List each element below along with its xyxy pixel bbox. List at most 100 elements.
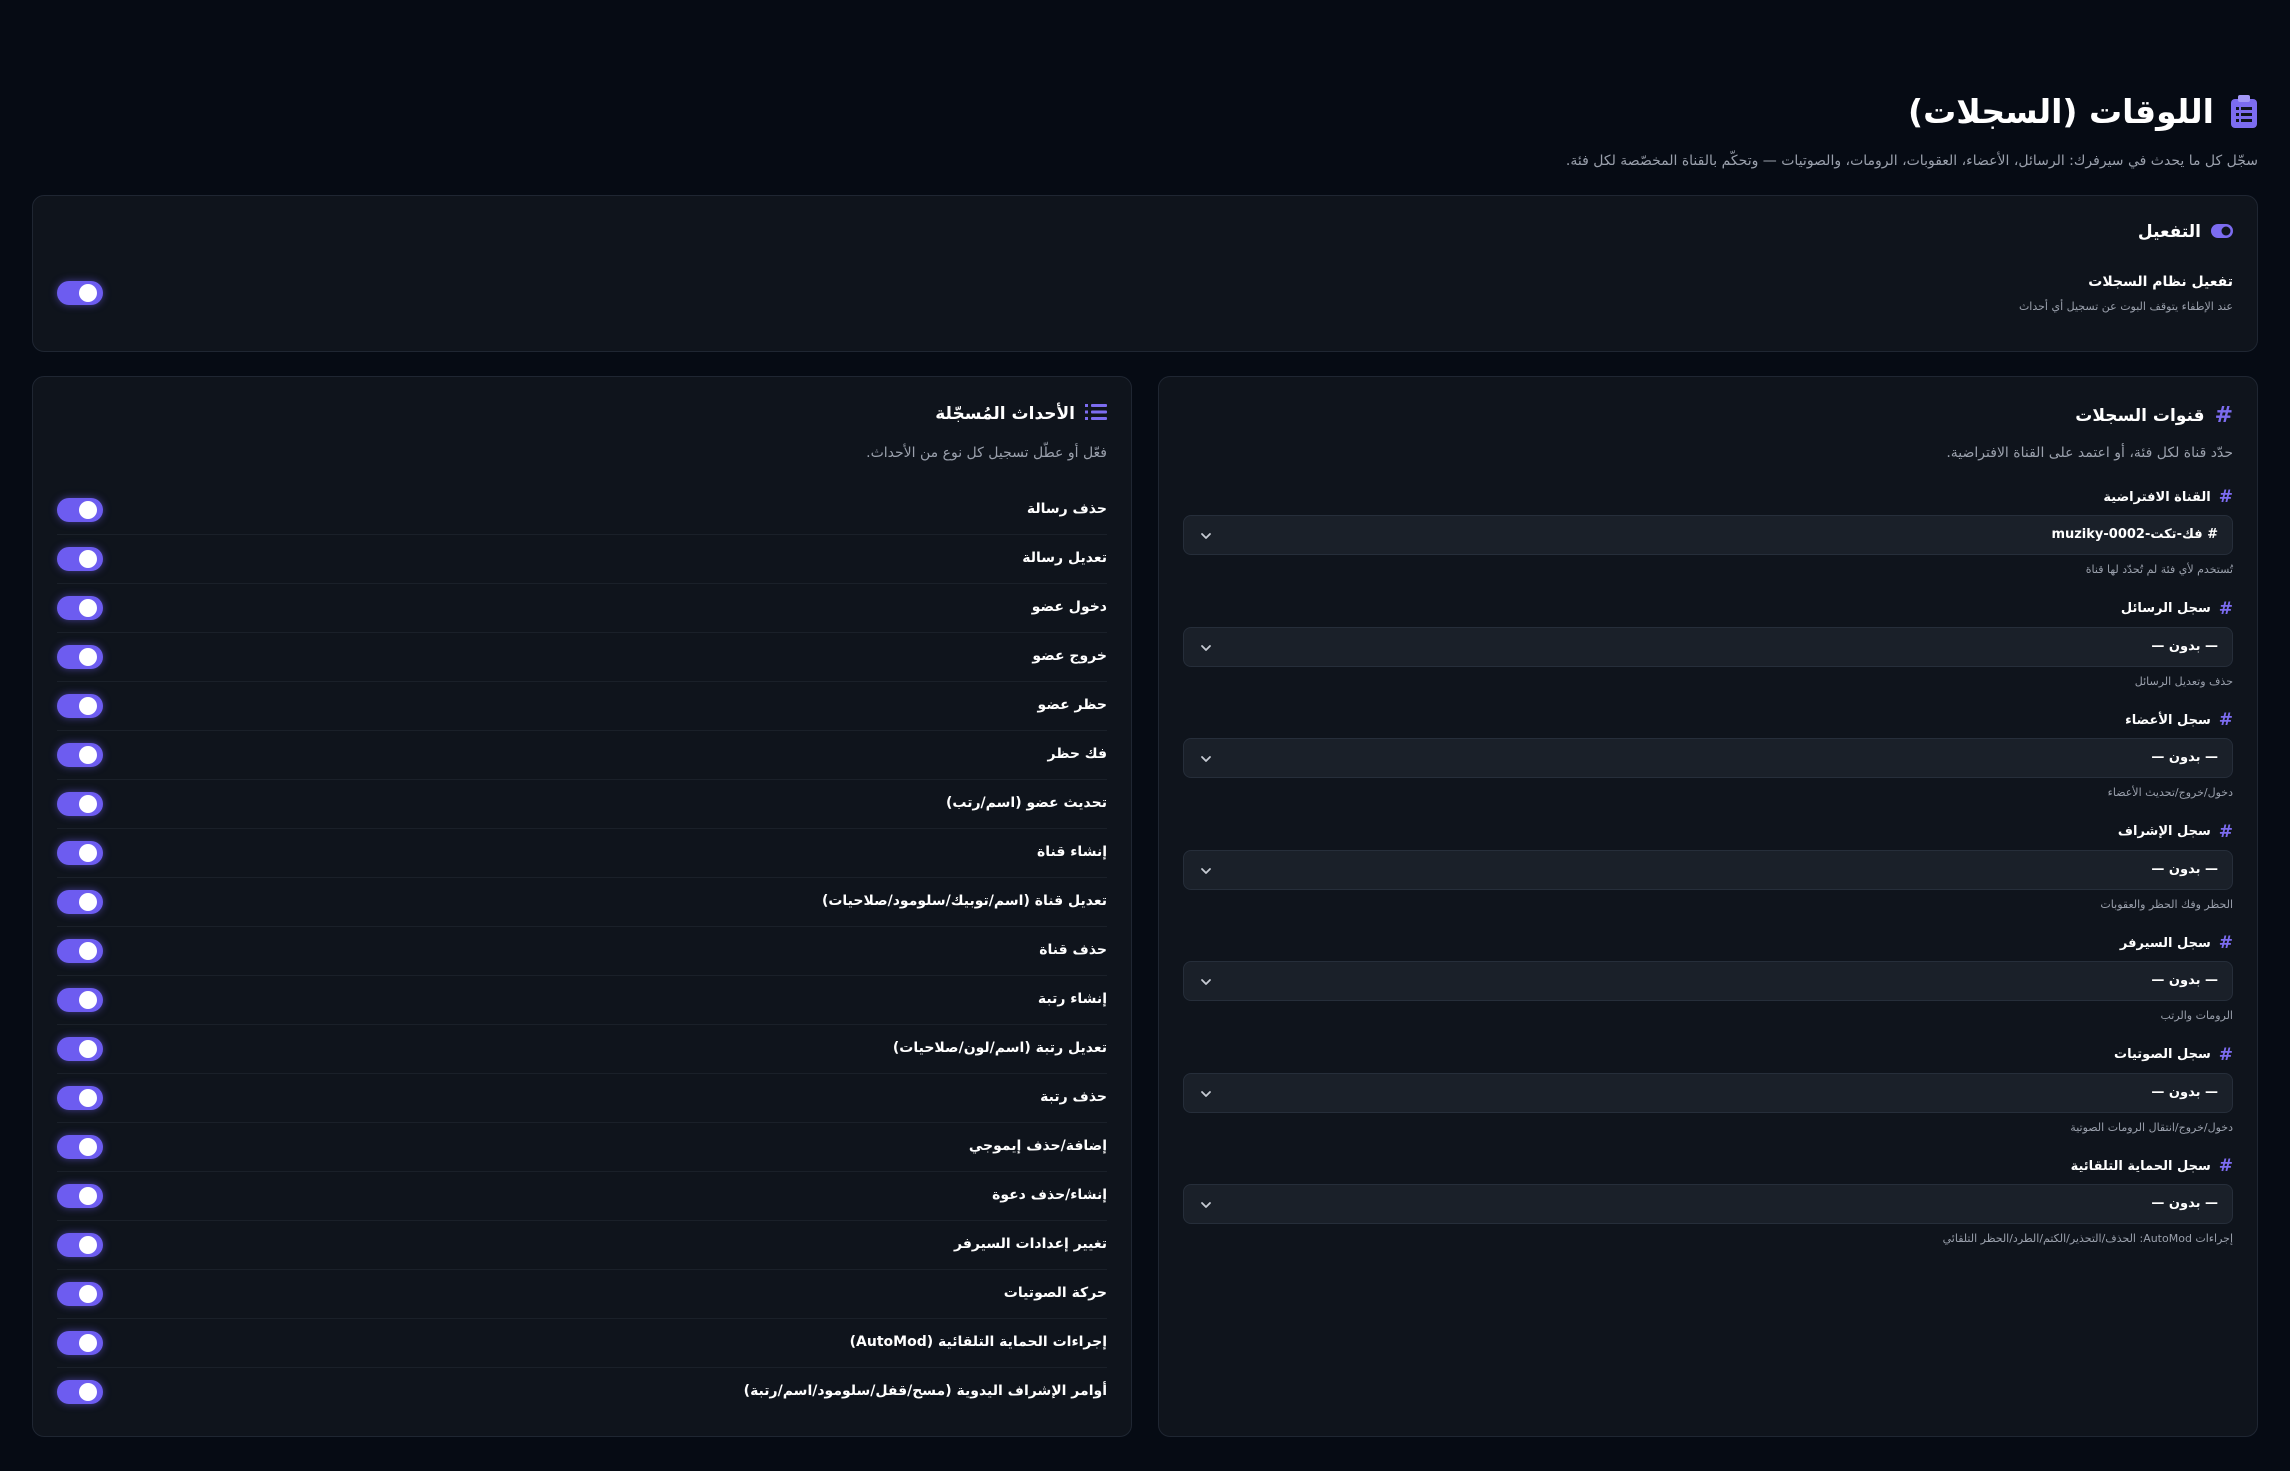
events-list: حذف رسالة تعديل رسالة دخول عضو خروج عضو حظر … [57, 486, 1107, 1417]
event-toggle[interactable] [57, 645, 103, 669]
hash-icon: # [2218, 821, 2233, 842]
channels-title: قنوات السجلات [2075, 405, 2205, 426]
channel-select-value: — بدون — [2151, 1084, 2218, 1100]
event-toggle[interactable] [57, 792, 103, 816]
event-label: تعديل رتبة (اسم/لون/صلاحيات) [892, 1040, 1107, 1056]
hash-icon: # [2218, 710, 2233, 730]
channel-group: # سجل الإشراف — بدون — الحظر وفك الحظر والع… [1183, 820, 2233, 911]
channel-help: الرومات والرتب [2160, 1009, 2233, 1022]
event-label: إنشاء قناة [1037, 844, 1107, 860]
channel-select[interactable]: # فك-تكت-muziky-0002 [1183, 515, 2233, 555]
events-card: الأحداث المُسجّلة فعّل أو عطّل تسجيل كل … [32, 376, 1132, 1437]
event-toggle[interactable] [57, 596, 103, 620]
activation-card: التفعيل تفعيل نظام السجلات عند الإطفاء ي… [32, 195, 2258, 352]
event-toggle[interactable] [57, 988, 103, 1012]
event-toggle[interactable] [57, 1282, 103, 1306]
list-icon [1085, 403, 1107, 425]
event-label: تعديل قناة (اسم/توبيك/سلومود/صلاحيات) [821, 893, 1107, 909]
event-label: تعديل رسالة [1022, 550, 1107, 566]
event-toggle[interactable] [57, 841, 103, 865]
event-row: حذف قناة [57, 927, 1107, 976]
event-toggle[interactable] [57, 1037, 103, 1061]
channel-help: تُستخدم لأي فئة لم تُحدّد لها قناة [2085, 563, 2233, 576]
event-row: إجراءات الحماية التلقائية (AutoMod) [57, 1319, 1107, 1368]
activation-title: التفعيل [2137, 222, 2201, 242]
channel-select[interactable]: — بدون — [1183, 738, 2233, 778]
event-toggle[interactable] [57, 890, 103, 914]
event-toggle[interactable] [57, 1135, 103, 1159]
chevron-down-icon [1198, 1197, 1214, 1213]
channel-help: دخول/خروج/تحديث الأعضاء [2107, 786, 2233, 799]
channel-select-value: # فك-تكت-muziky-0002 [2051, 527, 2218, 542]
channel-help: إجراءات AutoMod: الحذف/التحذير/الكتم/الط… [1942, 1232, 2233, 1245]
channel-select[interactable]: — بدون — [1183, 849, 2233, 890]
event-row: دخول عضو [57, 584, 1107, 633]
channel-select-value: — بدون — [2151, 750, 2218, 765]
activation-toggle[interactable] [57, 281, 103, 305]
channel-select[interactable]: — بدون — [1183, 1184, 2233, 1224]
hash-icon: # [2218, 1156, 2233, 1176]
channel-group: # سجل الصوتيات — بدون — دخول/خروج/انتقال ال… [1183, 1043, 2233, 1134]
chevron-down-icon [1198, 751, 1214, 767]
chevron-down-icon [1198, 528, 1214, 544]
toggle-icon [2211, 223, 2233, 242]
channel-select[interactable]: — بدون — [1183, 961, 2233, 1001]
event-toggle[interactable] [57, 694, 103, 718]
events-description: فعّل أو عطّل تسجيل كل نوع من الأحداث. [866, 445, 1107, 461]
logs-page: اللوقات (السجلات) سجّل كل ما يحدث في سير… [0, 0, 2290, 1471]
channel-help: الحظر وفك الحظر والعقوبات [2100, 897, 2233, 911]
hash-icon: # [2214, 403, 2233, 428]
event-row: تعديل قناة (اسم/توبيك/سلومود/صلاحيات) [57, 878, 1107, 927]
channel-group: # سجل الأعضاء — بدون — دخول/خروج/تحديث الأع… [1183, 708, 2233, 799]
chevron-down-icon [1198, 640, 1214, 656]
event-label: حركة الصوتيات [1003, 1285, 1107, 1301]
channel-label: سجل الإشراف [2117, 824, 2211, 839]
activation-label: تفعيل نظام السجلات [2088, 274, 2233, 290]
event-label: دخول عضو [1031, 599, 1107, 615]
event-row: تحديث عضو (اسم/رتب) [57, 780, 1107, 829]
channel-group: # القناة الافتراضية # فك-تكت-muziky-0002 تُ… [1183, 485, 2233, 576]
event-label: حظر عضو [1037, 697, 1107, 713]
channel-select-value: — بدون — [2151, 1196, 2218, 1211]
channel-group: # سجل الحماية التلقائية — بدون — إجراءات Au… [1183, 1154, 2233, 1245]
channel-label: سجل الأعضاء [2125, 712, 2211, 728]
channel-select-value: — بدون — [2151, 861, 2218, 877]
event-toggle[interactable] [57, 547, 103, 571]
event-label: تحديث عضو (اسم/رتب) [946, 795, 1107, 811]
event-toggle[interactable] [57, 1086, 103, 1110]
event-label: حذف رتبة [1040, 1089, 1107, 1105]
page-header: اللوقات (السجلات) سجّل كل ما يحدث في سير… [32, 92, 2258, 169]
event-toggle[interactable] [57, 1184, 103, 1208]
event-toggle[interactable] [57, 498, 103, 522]
event-row: تعديل رتبة (اسم/لون/صلاحيات) [57, 1025, 1107, 1074]
chevron-down-icon [1198, 974, 1214, 990]
event-toggle[interactable] [57, 1233, 103, 1257]
channel-select[interactable]: — بدون — [1183, 626, 2233, 667]
event-row: إضافة/حذف إيموجي [57, 1123, 1107, 1172]
hash-icon: # [2218, 933, 2233, 953]
event-row: إنشاء قناة [57, 829, 1107, 878]
event-toggle[interactable] [57, 1331, 103, 1355]
event-label: إضافة/حذف إيموجي [968, 1138, 1107, 1154]
clipboard-icon [2230, 94, 2258, 129]
channels-card: # قنوات السجلات حدّد قناة لكل فئة، أو اع… [1158, 376, 2258, 1437]
channel-help: دخول/خروج/انتقال الرومات الصوتية [2070, 1120, 2233, 1134]
channel-select[interactable]: — بدون — [1183, 1072, 2233, 1113]
event-row: خروج عضو [57, 633, 1107, 682]
channel-label: القناة الافتراضية [2103, 489, 2211, 505]
channel-group: # سجل السيرفر — بدون — الرومات والرتب [1183, 931, 2233, 1022]
event-toggle[interactable] [57, 939, 103, 963]
event-row: حذف رسالة [57, 486, 1107, 535]
page-subtitle: سجّل كل ما يحدث في سيرفرك: الرسائل، الأع… [1565, 153, 2258, 169]
event-toggle[interactable] [57, 743, 103, 767]
event-row: حركة الصوتيات [57, 1270, 1107, 1319]
channel-help: حذف وتعديل الرسائل [2134, 674, 2233, 688]
activation-help: عند الإطفاء يتوقف البوت عن تسجيل أي أحدا… [2018, 300, 2233, 313]
event-label: أوامر الإشراف اليدوية (مسح/قفل/سلومود/اس… [743, 1383, 1107, 1399]
events-title: الأحداث المُسجّلة [935, 404, 1075, 424]
channel-label: سجل السيرفر [2119, 935, 2211, 951]
event-label: فك حظر [1047, 746, 1107, 762]
channel-label: سجل الحماية التلقائية [2070, 1158, 2211, 1174]
event-label: تغيير إعدادات السيرفر [954, 1236, 1107, 1252]
event-toggle[interactable] [57, 1380, 103, 1404]
